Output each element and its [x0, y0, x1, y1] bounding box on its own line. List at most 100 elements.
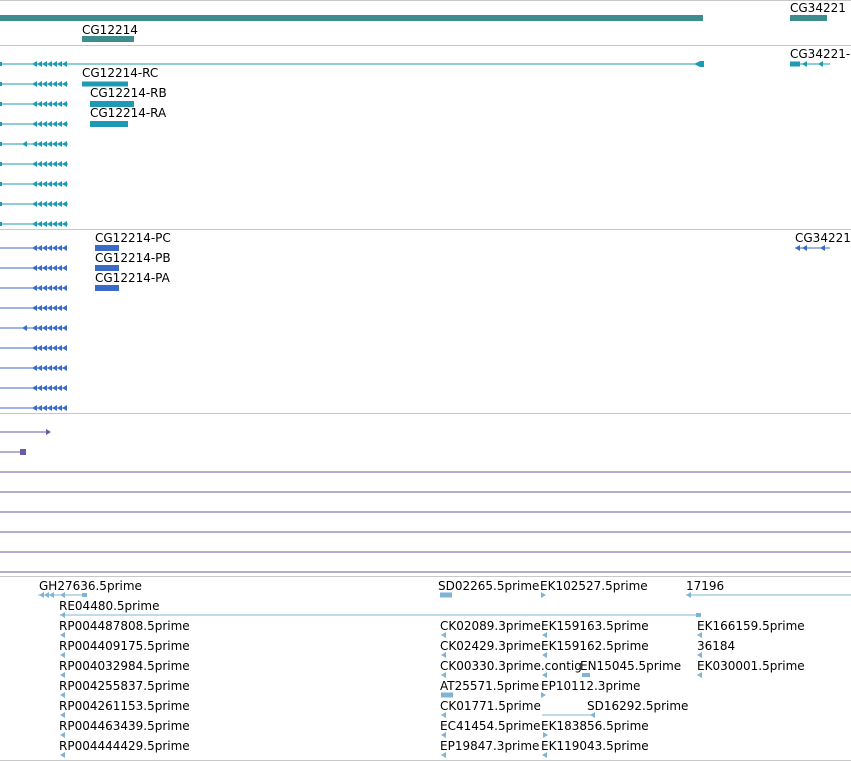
left-arrow-glyph[interactable]	[32, 285, 37, 291]
est-label[interactable]: RP004487808.5prime	[59, 619, 190, 633]
left-arrow-glyph[interactable]	[47, 405, 52, 411]
exon-block[interactable]	[95, 285, 119, 291]
left-arrow-glyph[interactable]	[62, 385, 67, 391]
left-arrow-glyph[interactable]	[47, 181, 52, 187]
left-arrow-glyph[interactable]	[42, 365, 47, 371]
left-arrow-glyph[interactable]	[47, 161, 52, 167]
exon-block[interactable]	[0, 202, 2, 206]
left-arrow-glyph[interactable]	[42, 141, 47, 147]
left-arrow-glyph[interactable]	[62, 61, 67, 67]
left-arrow-glyph[interactable]	[52, 365, 57, 371]
left-arrow-glyph[interactable]	[22, 325, 27, 331]
exon-block[interactable]	[0, 102, 2, 106]
exon-block[interactable]	[440, 592, 452, 598]
est-label[interactable]: GH27636.5prime	[39, 579, 142, 593]
left-arrow-glyph[interactable]	[57, 181, 62, 187]
est-label[interactable]: EK159163.5prime	[541, 619, 649, 633]
left-arrow-glyph[interactable]	[802, 245, 807, 251]
transcript-label[interactable]: CG34221-	[790, 47, 850, 61]
left-arrow-glyph[interactable]	[32, 265, 37, 271]
left-arrow-glyph[interactable]	[52, 285, 57, 291]
left-arrow-glyph[interactable]	[62, 81, 67, 87]
left-arrow-glyph[interactable]	[42, 161, 47, 167]
left-arrow-glyph[interactable]	[52, 141, 57, 147]
gene-bar[interactable]	[790, 15, 827, 21]
left-arrow-glyph[interactable]	[37, 325, 42, 331]
est-label[interactable]: 17196	[686, 579, 724, 593]
exon-block[interactable]	[0, 122, 2, 126]
left-arrow-glyph[interactable]	[62, 201, 67, 207]
gene-bar[interactable]	[0, 15, 703, 21]
left-arrow-glyph[interactable]	[818, 61, 823, 67]
left-arrow-glyph[interactable]	[42, 81, 47, 87]
est-label[interactable]: EK166159.5prime	[697, 619, 805, 633]
left-arrow-glyph[interactable]	[47, 81, 52, 87]
exon-block[interactable]	[696, 613, 701, 617]
exon-block[interactable]	[0, 82, 2, 86]
left-arrow-glyph[interactable]	[52, 181, 57, 187]
transcript-label[interactable]: CG12214-RC	[82, 66, 158, 80]
gene-label[interactable]: CG34221	[790, 1, 846, 15]
left-arrow-glyph[interactable]	[57, 121, 62, 127]
left-arrow-glyph[interactable]	[57, 61, 62, 67]
left-arrow-glyph[interactable]	[47, 265, 52, 271]
est-label[interactable]: AT25571.5prime	[440, 679, 539, 693]
left-arrow-glyph[interactable]	[32, 365, 37, 371]
left-arrow-glyph[interactable]	[57, 385, 62, 391]
left-arrow-glyph[interactable]	[62, 285, 67, 291]
left-arrow-glyph[interactable]	[62, 181, 67, 187]
left-arrow-glyph[interactable]	[802, 61, 807, 67]
est-label[interactable]: CK00330.3prime.contig	[440, 659, 582, 673]
left-arrow-glyph[interactable]	[52, 121, 57, 127]
left-arrow-glyph[interactable]	[42, 61, 47, 67]
left-arrow-glyph[interactable]	[62, 161, 67, 167]
left-arrow-glyph[interactable]	[32, 121, 37, 127]
left-arrow-glyph[interactable]	[42, 385, 47, 391]
left-arrow-glyph[interactable]	[32, 201, 37, 207]
left-arrow-glyph[interactable]	[22, 141, 27, 147]
left-arrow-glyph[interactable]	[42, 121, 47, 127]
left-arrow-glyph[interactable]	[52, 305, 57, 311]
est-label[interactable]: RP004032984.5prime	[59, 659, 190, 673]
exon-block[interactable]	[0, 222, 2, 226]
left-arrow-glyph[interactable]	[42, 101, 47, 107]
left-arrow-glyph[interactable]	[32, 325, 37, 331]
left-arrow-glyph[interactable]	[47, 121, 52, 127]
exon-block[interactable]	[0, 62, 2, 66]
est-label[interactable]: RP004255837.5prime	[59, 679, 190, 693]
left-arrow-glyph[interactable]	[42, 405, 47, 411]
left-arrow-glyph[interactable]	[57, 365, 62, 371]
left-arrow-glyph[interactable]	[42, 285, 47, 291]
left-arrow-glyph[interactable]	[37, 345, 42, 351]
left-arrow-glyph[interactable]	[37, 161, 42, 167]
left-arrow-glyph[interactable]	[57, 141, 62, 147]
feature-glyphs[interactable]	[0, 414, 851, 576]
left-arrow-glyph[interactable]	[47, 245, 52, 251]
left-arrow-glyph[interactable]	[62, 141, 67, 147]
left-arrow-glyph[interactable]	[57, 305, 62, 311]
left-arrow-glyph[interactable]	[37, 405, 42, 411]
est-label[interactable]: RP004261153.5prime	[59, 699, 190, 713]
est-label[interactable]: CK02429.3prime	[440, 639, 541, 653]
left-arrow-glyph[interactable]	[47, 101, 52, 107]
left-arrow-glyph[interactable]	[47, 285, 52, 291]
left-arrow-glyph[interactable]	[32, 245, 37, 251]
left-arrow-glyph[interactable]	[42, 325, 47, 331]
left-arrow-glyph[interactable]	[42, 265, 47, 271]
exon-block[interactable]	[20, 449, 26, 455]
protein-label[interactable]: CG12214-PB	[95, 251, 171, 265]
left-arrow-glyph[interactable]	[32, 345, 37, 351]
exon-block[interactable]	[82, 593, 87, 597]
left-arrow-glyph[interactable]	[32, 141, 37, 147]
left-arrow-glyph[interactable]	[42, 245, 47, 251]
left-arrow-glyph[interactable]	[37, 61, 42, 67]
left-arrow-glyph[interactable]	[32, 305, 37, 311]
est-label[interactable]: EP10112.3prime	[541, 679, 640, 693]
left-arrow-glyph[interactable]	[37, 365, 42, 371]
left-arrow-glyph[interactable]	[47, 305, 52, 311]
left-arrow-glyph[interactable]	[52, 265, 57, 271]
left-arrow-glyph[interactable]	[62, 305, 67, 311]
left-arrow-glyph[interactable]	[57, 221, 62, 227]
left-arrow-glyph[interactable]	[62, 365, 67, 371]
left-arrow-glyph[interactable]	[37, 265, 42, 271]
